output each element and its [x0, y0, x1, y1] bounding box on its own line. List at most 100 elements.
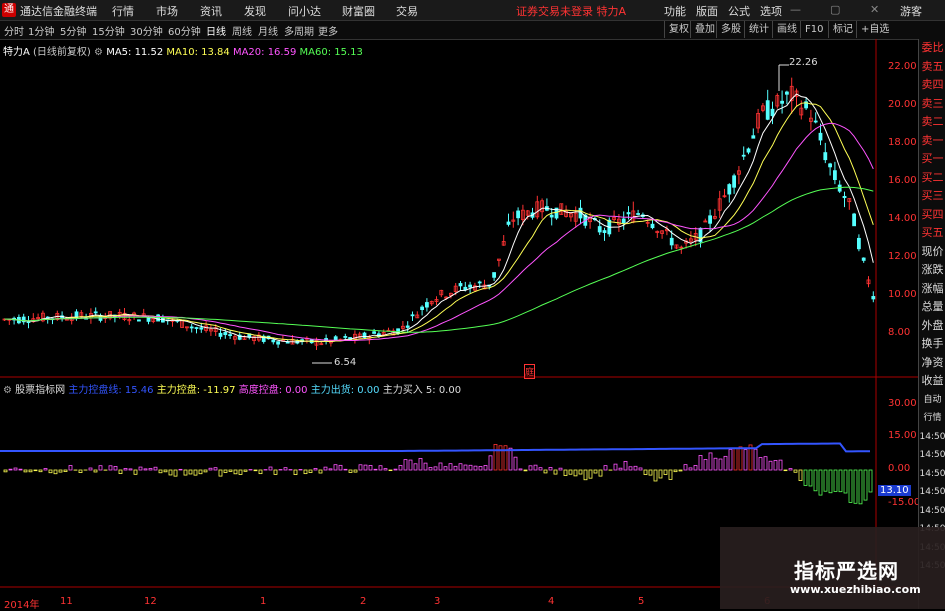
right-side-panel: 委比卖五卖四卖三卖二卖一买一买二买三买四买五现价涨跌涨幅总量外盘换手净资收益自动… — [918, 39, 945, 609]
quote-field[interactable]: 买三 — [919, 187, 945, 206]
menu-ask[interactable]: 问小达 — [288, 3, 321, 19]
menu-market[interactable]: 市场 — [156, 3, 178, 19]
mark-button[interactable]: 标记 — [828, 21, 857, 38]
indicator-bar — [269, 467, 272, 470]
quote-field[interactable]: 总量 — [919, 298, 945, 317]
menu-options[interactable]: 选项 — [760, 3, 782, 19]
indicator-bar — [204, 470, 207, 472]
candle-body — [709, 216, 712, 224]
indicator-bar — [544, 470, 547, 473]
candle-body — [857, 238, 860, 248]
menu-quotes[interactable]: 行情 — [112, 3, 134, 19]
indicator-bar — [419, 458, 422, 470]
candle-body — [627, 213, 630, 214]
quote-field[interactable]: 买五 — [919, 224, 945, 243]
indicator-bar — [534, 465, 537, 470]
candle-body — [94, 312, 97, 313]
indicator-bar — [369, 465, 372, 470]
quote-field[interactable]: 卖五 — [919, 58, 945, 77]
minimize-icon[interactable]: — — [790, 3, 801, 16]
add-watchlist-button[interactable]: +自选 — [856, 21, 893, 38]
period-timeshare[interactable]: 分时 — [4, 23, 24, 38]
quote-field[interactable]: 卖一 — [919, 132, 945, 151]
stats-button[interactable]: 统计 — [744, 21, 773, 38]
indicator-tick: 0.00 — [888, 463, 910, 474]
quote-field[interactable]: 涨跌 — [919, 261, 945, 280]
candle-body — [195, 328, 198, 329]
indicator-bar — [639, 468, 642, 470]
indicator-bar — [674, 470, 677, 472]
quote-field[interactable]: 买一 — [919, 150, 945, 169]
period-5min[interactable]: 5分钟 — [60, 23, 86, 38]
quote-field[interactable]: 卖四 — [919, 76, 945, 95]
restore-icon[interactable]: ▢ — [830, 3, 840, 16]
quote-field[interactable]: 买四 — [919, 206, 945, 225]
indicator-bar — [824, 470, 827, 491]
quote-field[interactable]: 委比 — [919, 39, 945, 58]
indicator-bar — [194, 470, 197, 475]
event-marker[interactable]: 庭 — [524, 364, 535, 379]
low-price-label: 6.54 — [334, 357, 356, 368]
quote-field[interactable]: 卖三 — [919, 95, 945, 114]
guest-login[interactable]: 游客 — [900, 3, 922, 19]
indicator-bar — [514, 457, 517, 470]
kline-chart[interactable] — [0, 39, 918, 609]
app-logo-icon: 通 — [2, 3, 16, 17]
indicator-tick: 30.00 — [888, 398, 917, 409]
menu-formula[interactable]: 公式 — [728, 3, 750, 19]
indicator-bar — [814, 470, 817, 491]
quote-field[interactable]: 现价 — [919, 243, 945, 262]
overlay-button[interactable]: 叠加 — [690, 21, 719, 38]
indicator-bar — [134, 470, 137, 474]
f10-button[interactable]: F10 — [800, 21, 827, 38]
candle-body — [464, 287, 467, 289]
candle-body — [637, 213, 640, 214]
indicator-bar — [739, 447, 742, 470]
period-1min[interactable]: 1分钟 — [28, 23, 54, 38]
price-tick: 12.00 — [888, 251, 917, 262]
period-weekly[interactable]: 周线 — [232, 23, 252, 38]
candle-body — [219, 333, 222, 336]
menu-wealth[interactable]: 财富圈 — [342, 3, 375, 19]
indicator-bar — [619, 468, 622, 470]
quote-field[interactable]: 涨幅 — [919, 280, 945, 299]
candle-body — [742, 155, 745, 156]
candle-body — [137, 320, 140, 321]
candle-body — [157, 315, 160, 321]
indicator-bar — [424, 463, 427, 470]
period-multi[interactable]: 多周期 — [284, 23, 314, 38]
indicator-settings-icon[interactable]: ⚙ — [3, 385, 12, 396]
indicator-bar — [149, 468, 152, 470]
period-30min[interactable]: 30分钟 — [130, 23, 163, 38]
indicator-name: 股票指标网 — [15, 385, 65, 396]
candle-body — [272, 340, 275, 342]
tick-time: 14:50 — [919, 502, 945, 521]
close-icon[interactable]: ✕ — [870, 3, 879, 16]
multi-stock-button[interactable]: 多股 — [716, 21, 745, 38]
period-60min[interactable]: 60分钟 — [168, 23, 201, 38]
adjust-button[interactable]: 复权 — [664, 21, 693, 38]
quote-field[interactable]: 外盘 — [919, 317, 945, 336]
menu-news[interactable]: 资讯 — [200, 3, 222, 19]
menu-trade[interactable]: 交易 — [396, 3, 418, 19]
period-daily[interactable]: 日线 — [206, 23, 226, 38]
quote-field[interactable]: 卖二 — [919, 113, 945, 132]
indicator-bar — [464, 465, 467, 470]
menu-layout[interactable]: 版面 — [696, 3, 718, 19]
indicator-bar — [129, 469, 132, 470]
quote-field[interactable]: 买二 — [919, 169, 945, 188]
quote-field[interactable]: 换手 — [919, 335, 945, 354]
period-monthly[interactable]: 月线 — [258, 23, 278, 38]
indicator-bar — [804, 470, 807, 485]
indicator-bar — [409, 460, 412, 470]
menu-function[interactable]: 功能 — [664, 3, 686, 19]
indicator-bar — [629, 467, 632, 470]
period-more[interactable]: 更多 — [318, 23, 338, 38]
quote-field[interactable]: 收益 — [919, 372, 945, 391]
menu-discover[interactable]: 发现 — [244, 3, 266, 19]
draw-button[interactable]: 画线 — [772, 21, 801, 38]
indicator-bar — [184, 470, 187, 475]
indicator-bar — [834, 470, 837, 491]
quote-field[interactable]: 净资 — [919, 354, 945, 373]
period-15min[interactable]: 15分钟 — [92, 23, 125, 38]
